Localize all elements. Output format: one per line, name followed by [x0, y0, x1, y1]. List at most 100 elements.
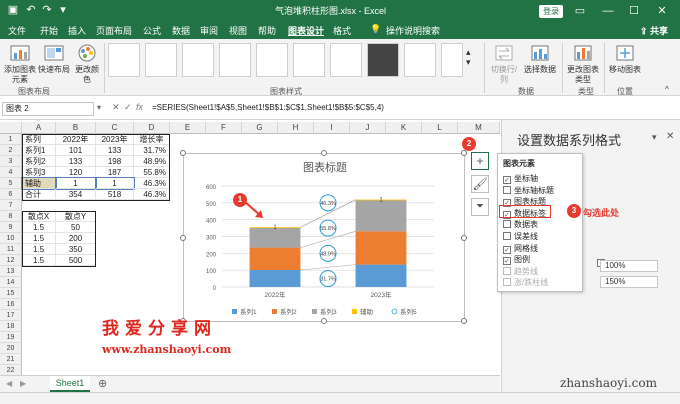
- row-header[interactable]: 18: [0, 321, 22, 332]
- chart-style-6[interactable]: [293, 43, 325, 77]
- chart-element-option[interactable]: 误差线: [503, 231, 538, 242]
- undo-icon[interactable]: ↶: [24, 3, 38, 17]
- checkbox-icon[interactable]: ✓: [503, 245, 511, 254]
- table-header-cell[interactable]: 2022年: [56, 134, 96, 145]
- legend-swatch[interactable]: [352, 309, 357, 314]
- bubble-label[interactable]: 55.8%: [320, 226, 336, 232]
- tab-formulas[interactable]: 公式: [143, 24, 161, 37]
- sheet-tab-sheet1[interactable]: Sheet1: [50, 376, 90, 392]
- table-cell[interactable]: 1.5: [22, 244, 56, 255]
- table-cell-selected[interactable]: 辅助: [21, 177, 57, 190]
- chart-style-5[interactable]: [256, 43, 288, 77]
- row-header[interactable]: 19: [0, 332, 22, 343]
- column-header[interactable]: D: [134, 122, 170, 134]
- table-header-cell[interactable]: 散点Y: [56, 211, 96, 222]
- chart-style-7[interactable]: [330, 43, 362, 77]
- legend-swatch[interactable]: [232, 309, 237, 314]
- table-cell[interactable]: 120: [56, 167, 96, 178]
- enter-icon[interactable]: ✓: [124, 102, 132, 113]
- legend-label[interactable]: 系列1: [240, 307, 257, 316]
- tab-file[interactable]: 文件: [8, 24, 26, 37]
- add-sheet-icon[interactable]: ⊕: [98, 377, 107, 390]
- x-tick-label[interactable]: 2023年: [371, 290, 392, 299]
- series-line[interactable]: [300, 264, 356, 271]
- table-cell[interactable]: 46.3%: [134, 189, 170, 200]
- row-header[interactable]: 13: [0, 266, 22, 277]
- table-cell[interactable]: 518: [96, 189, 134, 200]
- tab-insert[interactable]: 插入: [68, 24, 86, 37]
- chart-style-2[interactable]: [145, 43, 177, 77]
- legend-swatch[interactable]: [391, 308, 398, 315]
- y-tick-label[interactable]: 300: [206, 236, 217, 242]
- row-header[interactable]: 9: [0, 222, 22, 233]
- pane-options-icon[interactable]: ▾: [652, 132, 657, 143]
- chart-area[interactable]: 图表标题 0 100 200 300 400 500 600 1 2022年 1 2023年 31…: [180, 150, 467, 324]
- tab-format[interactable]: 格式: [333, 24, 351, 37]
- row-header[interactable]: 6: [0, 189, 22, 200]
- resize-handle[interactable]: [461, 235, 467, 241]
- add-chart-element-button[interactable]: 添加图表元素: [3, 43, 37, 85]
- column-header[interactable]: A: [22, 122, 56, 134]
- collapse-ribbon-icon[interactable]: ^: [665, 85, 669, 95]
- bubble-label[interactable]: 48.9%: [320, 251, 336, 257]
- switch-row-column-button[interactable]: 切换行/列: [487, 43, 521, 85]
- chart-elements-button[interactable]: +: [471, 152, 489, 170]
- row-header[interactable]: 14: [0, 277, 22, 288]
- y-tick-label[interactable]: 600: [206, 185, 217, 191]
- insert-function-icon[interactable]: fx: [136, 102, 143, 112]
- table-cell[interactable]: 1.5: [22, 255, 56, 266]
- minimize-button[interactable]: —: [598, 2, 618, 20]
- checkbox-icon[interactable]: [503, 266, 511, 275]
- name-box[interactable]: 图表 2: [2, 102, 94, 116]
- table-cell[interactable]: 350: [56, 244, 96, 255]
- column-header[interactable]: M: [458, 122, 500, 134]
- close-button[interactable]: ✕: [652, 2, 672, 20]
- chart-svg[interactable]: 图表标题 0100200300400500600 12022年12023年 31…: [184, 154, 466, 323]
- column-header[interactable]: K: [386, 122, 422, 134]
- checkbox-icon[interactable]: [503, 278, 511, 287]
- row-header[interactable]: 10: [0, 233, 22, 244]
- row-header[interactable]: 11: [0, 244, 22, 255]
- resize-handle[interactable]: [321, 150, 327, 156]
- row-header[interactable]: 15: [0, 288, 22, 299]
- restore-button[interactable]: ☐: [624, 2, 644, 20]
- styles-scroll-icon[interactable]: ▴ ▾: [466, 47, 471, 67]
- tab-data[interactable]: 数据: [172, 24, 190, 37]
- column-header[interactable]: B: [56, 122, 96, 134]
- table-cell[interactable]: 354: [56, 189, 96, 200]
- chart-style-9[interactable]: [404, 43, 436, 77]
- checkbox-icon[interactable]: [503, 220, 511, 229]
- move-chart-button[interactable]: 移动图表: [608, 43, 642, 75]
- chart-element-option[interactable]: ✓ 图例: [503, 254, 530, 266]
- column-header[interactable]: E: [170, 122, 206, 134]
- resize-handle[interactable]: [321, 318, 327, 324]
- table-cell[interactable]: 31.7%: [134, 145, 170, 156]
- row-header[interactable]: 7: [0, 200, 22, 211]
- tab-page-layout[interactable]: 页面布局: [96, 24, 132, 37]
- column-header[interactable]: C: [96, 122, 134, 134]
- resize-handle[interactable]: [461, 318, 467, 324]
- table-cell[interactable]: 1.5: [22, 233, 56, 244]
- table-cell[interactable]: 133: [56, 156, 96, 167]
- cancel-icon[interactable]: ✕: [112, 102, 120, 113]
- table-cell[interactable]: 50: [56, 222, 96, 233]
- table-cell[interactable]: 198: [96, 156, 134, 167]
- row-header[interactable]: 17: [0, 310, 22, 321]
- checkbox-icon[interactable]: ✓: [503, 176, 511, 184]
- bar-segment[interactable]: [355, 264, 407, 287]
- chart-style-4[interactable]: [219, 43, 251, 77]
- formula-input[interactable]: =SERIES(Sheet1!$A$5,Sheet1!$B$1:$C$1,She…: [152, 103, 384, 112]
- chart-styles-brush-icon[interactable]: 🖌: [471, 175, 489, 193]
- resize-handle[interactable]: [461, 150, 467, 156]
- legend-label[interactable]: 系列5: [400, 307, 417, 316]
- bar-segment[interactable]: [249, 269, 301, 287]
- tab-chart-design[interactable]: 图表设计: [288, 24, 324, 37]
- series-overlap-input[interactable]: 100%: [600, 260, 658, 272]
- bar-segment[interactable]: [355, 231, 407, 265]
- column-header[interactable]: F: [206, 122, 242, 134]
- row-header[interactable]: 21: [0, 354, 22, 365]
- customize-quick-access-icon[interactable]: ▾: [56, 3, 70, 17]
- table-cell[interactable]: 合计: [22, 189, 56, 200]
- select-data-button[interactable]: 选择数据: [523, 43, 557, 75]
- checkbox-icon[interactable]: ✓: [503, 257, 511, 266]
